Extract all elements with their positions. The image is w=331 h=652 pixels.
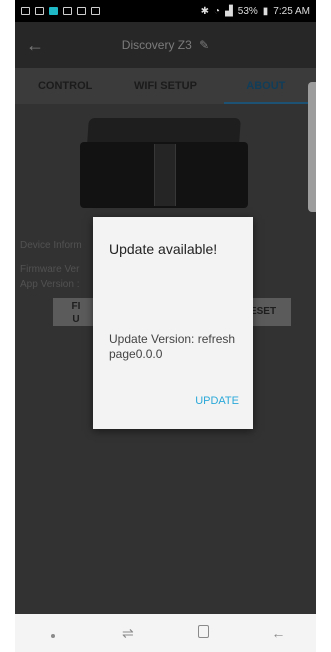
image-icon [91, 7, 100, 15]
notification-icon [21, 7, 30, 15]
back-icon[interactable]: ← [253, 625, 303, 641]
bluetooth-icon: ✱ [200, 5, 210, 17]
app-notification-icon [49, 7, 58, 15]
clock: 7:25 AM [273, 5, 310, 17]
notification-icon [35, 7, 44, 15]
notification-icons [21, 7, 100, 15]
notification-icon [63, 7, 72, 15]
wifi-icon: ◔ [214, 5, 221, 17]
phone-screen: ✱ ◔ ▟ 53% ▮ 7:25 AM ← Discovery Z3 ✎ CON… [15, 0, 316, 652]
battery-icon: ▮ [262, 5, 269, 17]
status-indicators: ✱ ◔ ▟ 53% ▮ 7:25 AM [201, 6, 310, 17]
nav-dot-icon[interactable] [28, 625, 78, 641]
update-dialog: Update available! Update Version: refres… [93, 217, 253, 429]
status-bar: ✱ ◔ ▟ 53% ▮ 7:25 AM [15, 0, 316, 22]
recent-apps-icon[interactable]: ⇌ [103, 625, 153, 642]
home-icon[interactable] [178, 625, 228, 641]
dialog-message: Update Version: refresh page0.0.0 [109, 332, 236, 361]
dialog-title: Update available! [109, 241, 218, 257]
update-button[interactable]: UPDATE [195, 395, 239, 407]
navigation-bar: ⇌ ← [15, 614, 316, 652]
signal-icon: ▟ [225, 5, 233, 17]
battery-percent: 53% [237, 5, 258, 17]
warning-icon [77, 7, 86, 15]
